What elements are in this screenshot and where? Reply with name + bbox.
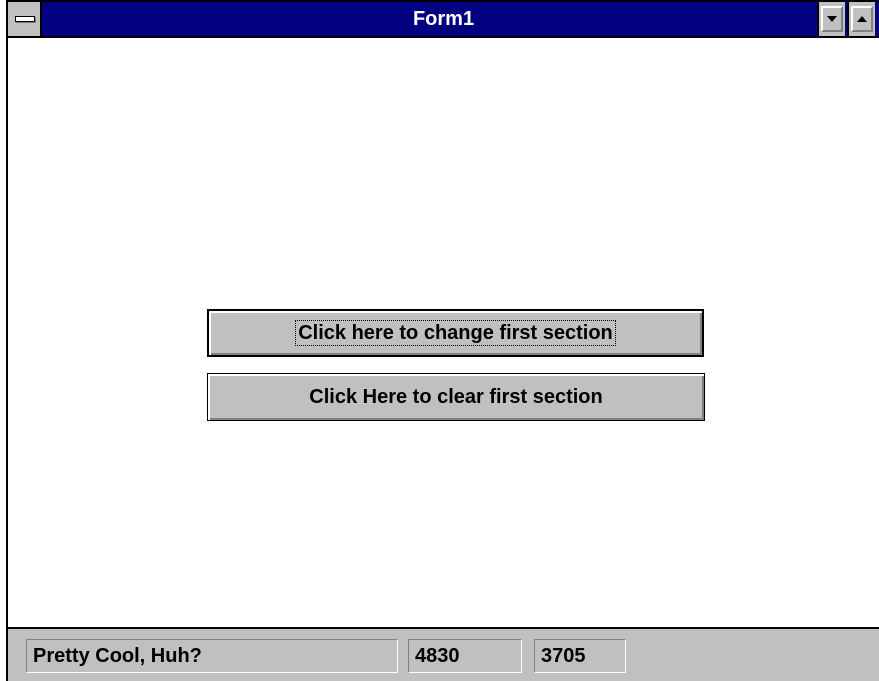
- system-menu-icon: [15, 16, 35, 22]
- form-window: Form1 Click here to change first section…: [0, 0, 879, 681]
- form-client-area: Click here to change first section Click…: [8, 38, 879, 625]
- status-message: Pretty Cool, Huh?: [26, 639, 398, 673]
- system-menu-button[interactable]: [8, 2, 42, 36]
- status-bar: Pretty Cool, Huh? 4830 3705: [8, 627, 879, 681]
- title-bar[interactable]: Form1: [8, 2, 879, 38]
- minimize-icon: [827, 16, 837, 22]
- maximize-icon: [857, 16, 867, 22]
- status-y-value: 3705: [534, 639, 626, 673]
- clear-first-section-label: Click Here to clear first section: [309, 385, 603, 408]
- window-title: Form1: [412, 8, 475, 30]
- change-first-section-button[interactable]: Click here to change first section: [207, 309, 704, 357]
- minimize-button[interactable]: [817, 2, 845, 36]
- status-x-value: 4830: [408, 639, 522, 673]
- maximize-button[interactable]: [847, 2, 875, 36]
- change-first-section-label: Click here to change first section: [295, 320, 616, 346]
- clear-first-section-button[interactable]: Click Here to clear first section: [207, 373, 705, 421]
